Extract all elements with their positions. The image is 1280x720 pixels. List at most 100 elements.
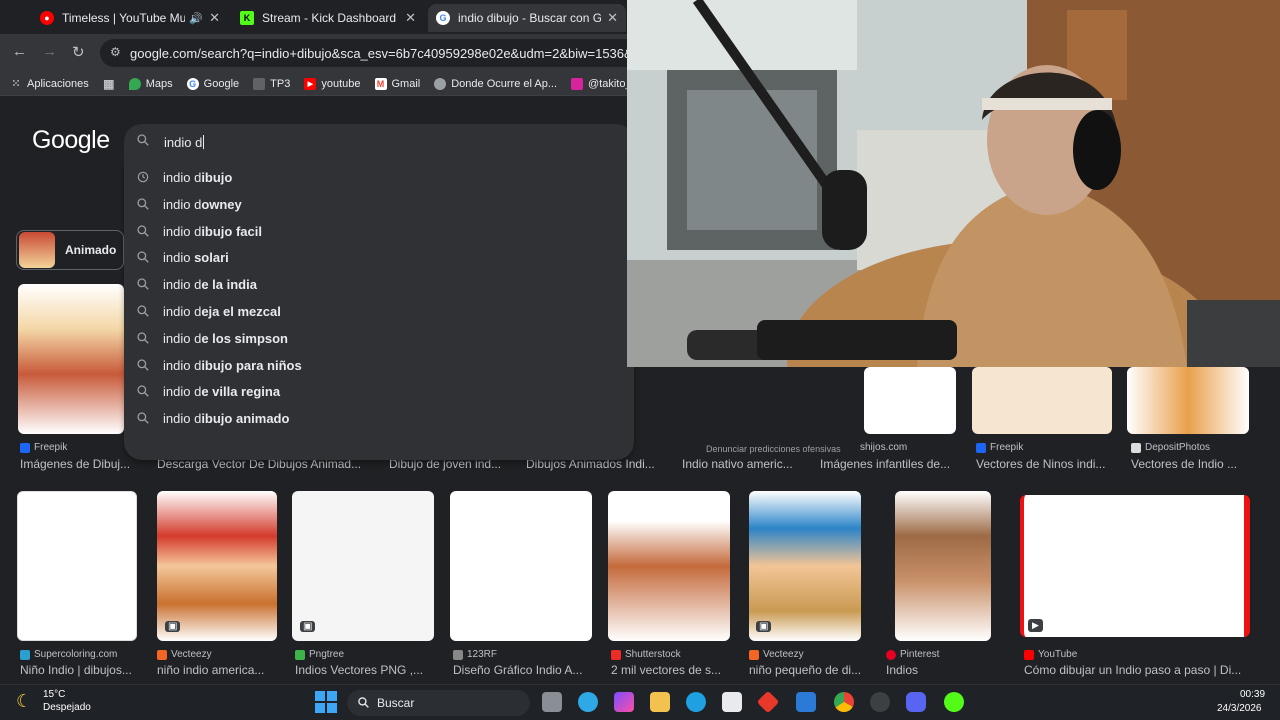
mail-icon[interactable]: [796, 692, 816, 712]
suggestion-item[interactable]: indio de villa regina: [124, 378, 634, 404]
suggestion-item[interactable]: indio deja el mezcal: [124, 298, 634, 324]
chrome-icon[interactable]: [834, 692, 854, 712]
tp3-icon: [253, 77, 266, 90]
result-image[interactable]: [17, 491, 137, 641]
result-caption[interactable]: Indio nativo americ...: [682, 457, 802, 471]
suggestion-prefix: indio d: [163, 330, 202, 346]
result-caption[interactable]: Niño Indio | dibujos...: [20, 663, 145, 677]
result-image[interactable]: [18, 284, 124, 434]
google-logo[interactable]: Google: [32, 126, 110, 155]
suggestion-prefix: indio d: [163, 223, 202, 239]
close-tab-icon[interactable]: ✕: [607, 10, 618, 26]
bookmark-grid[interactable]: ▦: [103, 77, 115, 91]
suggestion-item[interactable]: indio de los simpson: [124, 325, 634, 351]
result-caption[interactable]: Vectores de Ninos indi...: [976, 457, 1116, 471]
suggestion-item[interactable]: indio dibujo facil: [124, 218, 634, 244]
bookmark-tp3[interactable]: TP3: [253, 77, 291, 90]
weather-temp[interactable]: 15°C: [43, 689, 65, 700]
speaker-icon[interactable]: 🔊: [189, 12, 203, 25]
result-image[interactable]: [864, 367, 956, 434]
tab-youtube-music[interactable]: ● Timeless | YouTube Music 🔊 ✕: [32, 4, 228, 32]
clock-date[interactable]: 24/3/2026: [1217, 703, 1262, 714]
forward-icon[interactable]: →: [42, 43, 57, 60]
result-caption[interactable]: Imágenes infantiles de...: [820, 457, 960, 471]
result-image[interactable]: [608, 491, 730, 641]
result-caption[interactable]: Cómo dibujar un Indio paso a paso | Di..…: [1024, 663, 1249, 677]
result-source: 123RF: [453, 649, 497, 660]
image-badge-icon: ▣: [756, 621, 772, 632]
windows-start-icon[interactable]: [315, 691, 337, 713]
bookmark-donde-ocurre[interactable]: Donde Ocurre el Ap...: [434, 77, 558, 90]
task-view-icon[interactable]: [542, 692, 562, 712]
result-caption[interactable]: Indios: [886, 663, 1011, 677]
suggestion-completion: ibujo animado: [201, 411, 290, 427]
bookmark-label: Donde Ocurre el Ap...: [451, 77, 558, 90]
taskbar-search[interactable]: Buscar: [347, 690, 530, 716]
source-name: Freepik: [990, 442, 1024, 453]
maps-pin-icon: [128, 77, 141, 90]
result-caption[interactable]: Vectores de Indio ...: [1131, 457, 1261, 471]
search-icon: [137, 332, 149, 344]
suggestion-completion: ibujo: [201, 170, 233, 185]
google-icon: G: [436, 11, 450, 25]
result-caption[interactable]: Diseño Gráfico Indio A...: [453, 663, 593, 677]
copilot-icon[interactable]: [578, 692, 598, 712]
result-image[interactable]: [450, 491, 592, 641]
result-source: Pngtree: [295, 649, 344, 660]
suggestion-text: indio de villa regina: [163, 384, 280, 399]
result-image[interactable]: [895, 491, 991, 641]
kick-icon: K: [240, 11, 254, 25]
result-caption[interactable]: niño indio america...: [157, 663, 282, 677]
search-icon: [137, 224, 149, 237]
result-caption[interactable]: Indios Vectores PNG ,...: [295, 663, 435, 677]
tab-google-search[interactable]: G indio dibujo - Buscar con Goog ✕: [428, 4, 626, 32]
result-image[interactable]: [1127, 367, 1249, 434]
bookmark-maps[interactable]: Maps: [128, 77, 173, 90]
result-image[interactable]: [292, 491, 434, 641]
result-image[interactable]: [157, 491, 277, 641]
bookmark-apps[interactable]: ⁙ Aplicaciones: [10, 78, 88, 91]
suggestion-item[interactable]: indio de la india: [124, 271, 634, 297]
obs-icon[interactable]: [870, 692, 890, 712]
depositphotos-icon: [1131, 442, 1141, 453]
filter-chip-animado[interactable]: Animado: [16, 230, 124, 270]
suggestion-item[interactable]: indio dibujo para niños: [124, 352, 634, 378]
bookmark-label: TP3: [270, 77, 291, 90]
file-explorer-icon[interactable]: [650, 692, 670, 712]
taskbar-search-label: Buscar: [377, 696, 415, 710]
result-caption[interactable]: niño pequeño de di...: [749, 663, 874, 677]
back-icon[interactable]: ←: [12, 43, 27, 60]
clock-time[interactable]: 00:39: [1240, 689, 1265, 700]
weather-desc[interactable]: Despejado: [43, 702, 91, 713]
suggestion-item[interactable]: indio dibujo: [124, 164, 634, 190]
search-input[interactable]: indio d: [124, 124, 634, 160]
result-image[interactable]: [1020, 495, 1250, 637]
close-tab-icon[interactable]: ✕: [209, 10, 220, 26]
result-source: Freepik: [20, 442, 67, 453]
anydesk-icon[interactable]: [756, 690, 780, 714]
app-icon[interactable]: [614, 692, 634, 712]
result-caption[interactable]: Imágenes de Dibuj...: [20, 457, 140, 471]
suggestion-prefix: indio d: [163, 277, 202, 293]
close-tab-icon[interactable]: ✕: [405, 10, 416, 26]
tab-title: Timeless | YouTube Music: [62, 11, 186, 25]
site-settings-icon[interactable]: ⚙: [110, 45, 121, 59]
tab-kick-dashboard[interactable]: K Stream - Kick Dashboard ✕: [232, 4, 424, 32]
edge-icon[interactable]: [686, 692, 706, 712]
bookmark-youtube[interactable]: ▶ youtube: [304, 77, 361, 90]
store-icon[interactable]: [722, 692, 742, 712]
result-image[interactable]: [972, 367, 1112, 434]
discord-icon[interactable]: [906, 692, 926, 712]
suggestion-item[interactable]: indio dibujo animado: [124, 405, 634, 431]
result-image[interactable]: [749, 491, 861, 641]
result-caption[interactable]: 2 mil vectores de s...: [611, 663, 736, 677]
bookmark-gmail[interactable]: M Gmail: [374, 77, 420, 90]
reload-icon[interactable]: ↻: [72, 43, 85, 61]
source-name: Freepik: [34, 442, 68, 453]
report-predictions-link[interactable]: Denunciar predicciones ofensivas: [706, 444, 841, 454]
app-icon[interactable]: [944, 692, 964, 712]
bookmark-google[interactable]: G Google: [186, 77, 239, 90]
suggestion-item[interactable]: indio downey: [124, 191, 634, 217]
suggestion-item[interactable]: indio solari: [124, 244, 634, 270]
vecteezy-icon: [157, 649, 167, 660]
